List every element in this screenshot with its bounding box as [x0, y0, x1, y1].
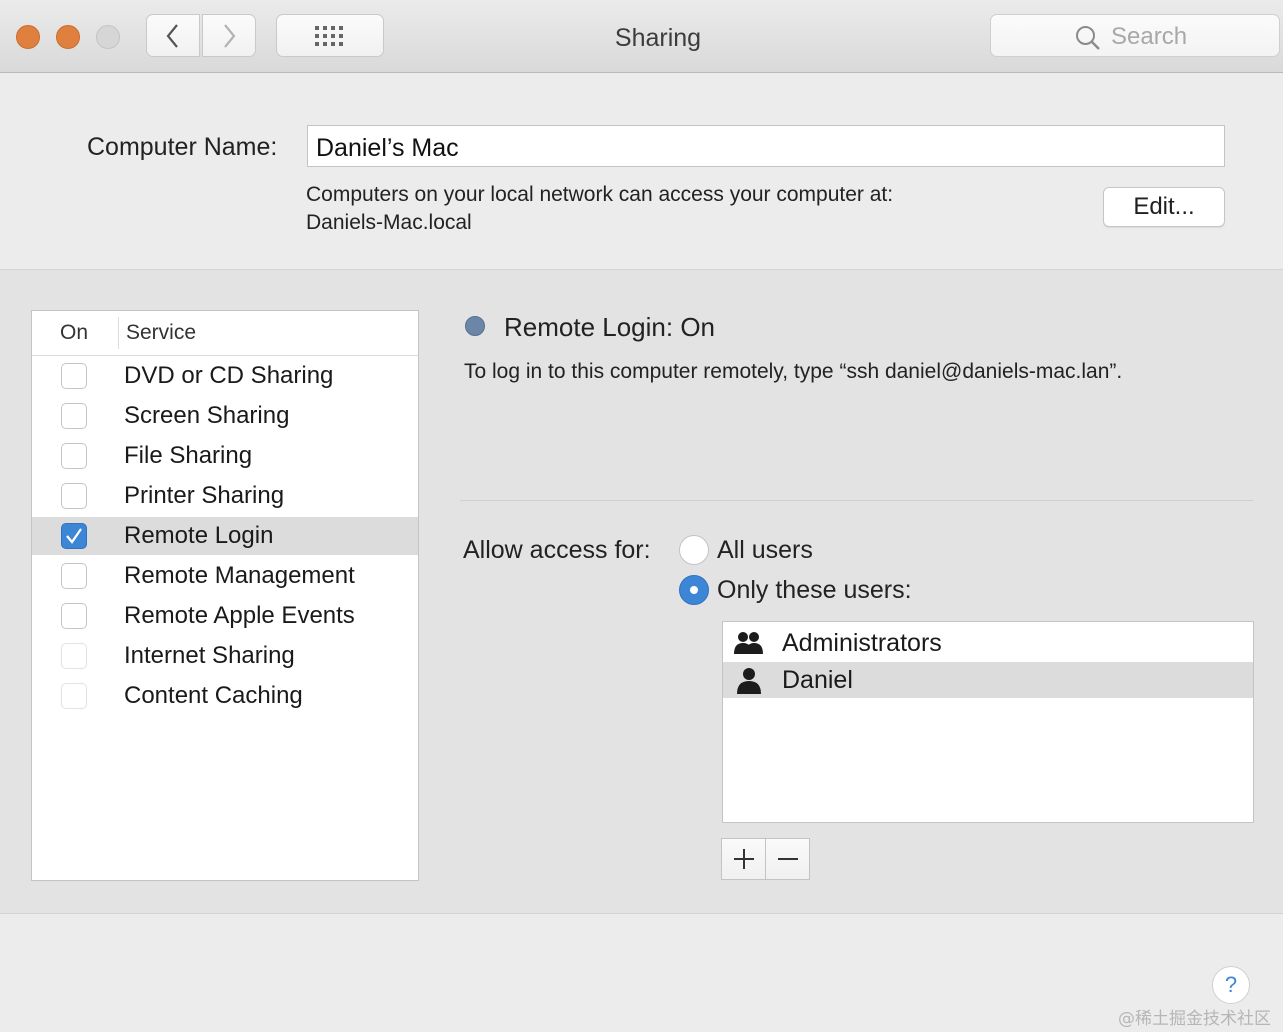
- show-all-button[interactable]: [276, 14, 384, 57]
- edit-hostname-button[interactable]: Edit...: [1103, 187, 1225, 227]
- user-row-daniel[interactable]: Daniel: [723, 662, 1253, 698]
- service-label: Content Caching: [124, 682, 303, 709]
- status-indicator: [465, 316, 485, 336]
- service-row-remote-login[interactable]: Remote Login: [32, 517, 418, 555]
- service-label: Internet Sharing: [124, 642, 295, 669]
- service-row-internet-sharing[interactable]: Internet Sharing: [32, 637, 418, 675]
- service-checkbox[interactable]: [61, 443, 87, 469]
- only-these-users-radio[interactable]: [679, 575, 709, 605]
- service-checkbox[interactable]: [61, 603, 87, 629]
- group-icon: [734, 632, 763, 654]
- grid-icon: [315, 25, 343, 46]
- service-label: Remote Login: [124, 522, 274, 549]
- chevron-right-icon: [224, 23, 236, 48]
- remove-user-button[interactable]: [765, 838, 810, 880]
- all-users-radio[interactable]: [679, 535, 709, 565]
- search-placeholder: Search: [1111, 23, 1188, 50]
- service-row-remote-apple-events[interactable]: Remote Apple Events: [32, 597, 418, 635]
- checkmark-icon: [66, 528, 82, 544]
- service-checkbox[interactable]: [61, 483, 87, 509]
- service-label: Remote Management: [124, 562, 355, 589]
- service-row-screen-sharing[interactable]: Screen Sharing: [32, 397, 418, 435]
- service-checkbox[interactable]: [61, 683, 87, 709]
- user-row-administrators[interactable]: Administrators: [723, 625, 1253, 661]
- service-checkbox[interactable]: [61, 643, 87, 669]
- network-info-text: Computers on your local network can acce…: [306, 183, 894, 206]
- add-user-button[interactable]: [721, 838, 766, 880]
- only-these-users-label[interactable]: Only these users:: [717, 576, 912, 605]
- title-bar: Sharing Search: [0, 0, 1283, 73]
- service-row-content-caching[interactable]: Content Caching: [32, 677, 418, 715]
- service-list-header: On Service: [32, 311, 418, 356]
- service-checkbox[interactable]: [61, 403, 87, 429]
- service-label: Printer Sharing: [124, 482, 285, 509]
- help-button[interactable]: ?: [1212, 966, 1250, 1004]
- column-header-on[interactable]: On: [60, 321, 88, 345]
- search-icon: [1076, 26, 1100, 50]
- all-users-label[interactable]: All users: [717, 536, 813, 565]
- service-checkbox[interactable]: [61, 363, 87, 389]
- chevron-left-icon: [166, 23, 178, 48]
- allow-access-label: Allow access for:: [463, 536, 651, 564]
- section-divider: [460, 500, 1253, 501]
- user-icon: [737, 668, 761, 694]
- network-address-info: Computers on your local network can acce…: [306, 181, 893, 237]
- service-row-printer-sharing[interactable]: Printer Sharing: [32, 477, 418, 515]
- service-label: Screen Sharing: [124, 402, 290, 429]
- back-button[interactable]: [146, 14, 200, 57]
- column-header-service[interactable]: Service: [126, 321, 196, 345]
- service-label: Remote Apple Events: [124, 602, 355, 629]
- service-checkbox[interactable]: [61, 563, 87, 589]
- service-list[interactable]: On Service DVD or CD Sharing Screen Shar…: [31, 310, 419, 881]
- plus-icon: [733, 849, 754, 869]
- computer-name-section: [0, 73, 1283, 270]
- service-row-file-sharing[interactable]: File Sharing: [32, 437, 418, 475]
- local-hostname: Daniels-Mac.local: [306, 211, 472, 234]
- window-title: Sharing: [614, 24, 702, 52]
- minus-icon: [777, 858, 798, 860]
- computer-name-label: Computer Name:: [87, 133, 278, 161]
- service-label: File Sharing: [124, 442, 253, 469]
- service-status-title: Remote Login: On: [504, 312, 716, 342]
- computer-name-field[interactable]: Daniel’s Mac: [307, 125, 1225, 167]
- allowed-users-list[interactable]: Administrators Daniel: [722, 621, 1254, 823]
- user-name: Daniel: [782, 666, 853, 694]
- minimize-window-button[interactable]: [56, 25, 80, 49]
- service-description: To log in to this computer remotely, typ…: [464, 360, 1123, 383]
- user-name: Administrators: [782, 629, 942, 657]
- search-field[interactable]: Search: [990, 14, 1280, 57]
- close-window-button[interactable]: [16, 25, 40, 49]
- service-row-remote-management[interactable]: Remote Management: [32, 557, 418, 595]
- service-label: DVD or CD Sharing: [124, 362, 334, 389]
- zoom-window-button[interactable]: [96, 25, 120, 49]
- service-row-dvd-cd-sharing[interactable]: DVD or CD Sharing: [32, 357, 418, 395]
- watermark: @稀土掘金技术社区: [1118, 1009, 1271, 1029]
- column-divider: [118, 317, 119, 349]
- service-checkbox-checked[interactable]: [61, 523, 87, 549]
- forward-button[interactable]: [202, 14, 256, 57]
